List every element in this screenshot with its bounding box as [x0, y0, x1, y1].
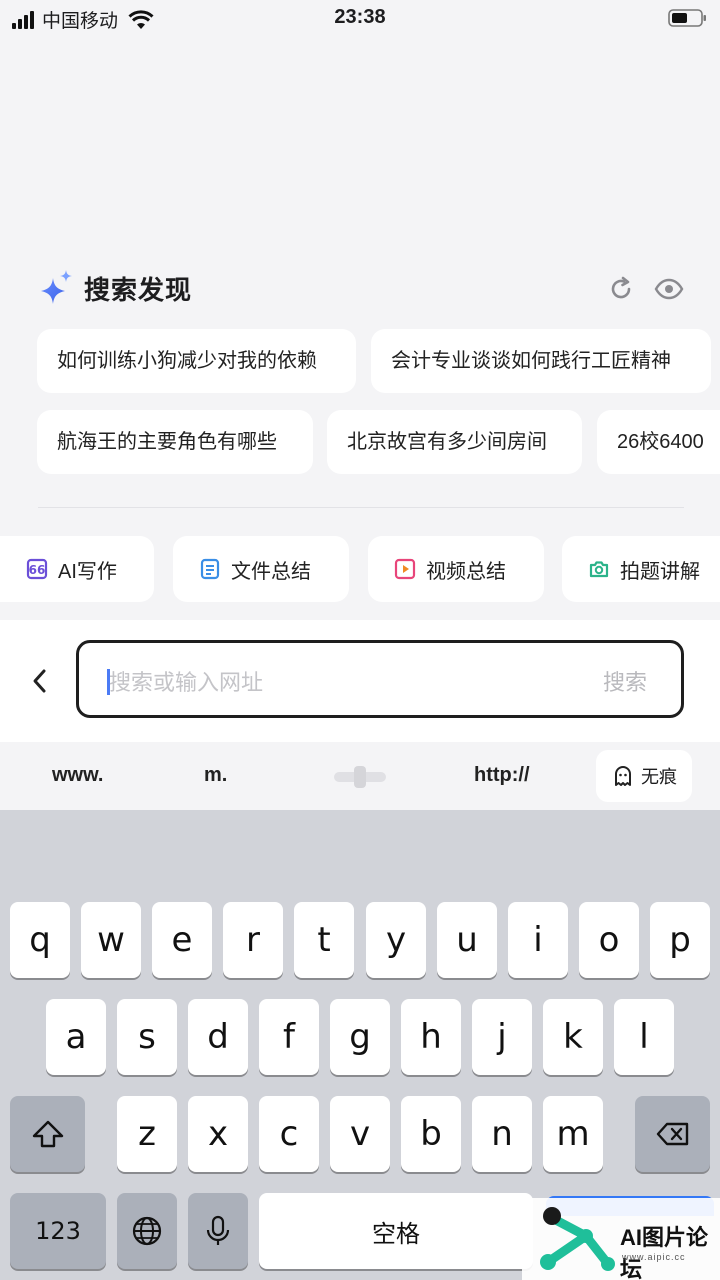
key-r[interactable]: r [223, 902, 283, 978]
key-m[interactable]: m [543, 1096, 603, 1172]
key-h[interactable]: h [401, 999, 461, 1075]
suggestion-chip[interactable]: 航海王的主要角色有哪些 [37, 410, 313, 474]
key-v[interactable]: v [330, 1096, 390, 1172]
suggestion-chip[interactable]: 26校6400 [597, 410, 720, 474]
backspace-key[interactable] [635, 1096, 710, 1172]
tool-label: AI写作 [58, 560, 117, 583]
photo-question-button[interactable]: 拍题讲解 [562, 536, 720, 602]
camera-icon [589, 561, 609, 578]
tool-label: 拍题讲解 [620, 560, 700, 583]
key-p[interactable]: p [650, 902, 710, 978]
key-f[interactable]: f [259, 999, 319, 1075]
key-q[interactable]: q [10, 902, 70, 978]
key-w[interactable]: w [81, 902, 141, 978]
tool-label: 视频总结 [426, 560, 506, 583]
shift-arrow-icon [32, 1120, 63, 1148]
key-e[interactable]: e [152, 902, 212, 978]
refresh-icon[interactable] [608, 276, 634, 302]
svg-text:66: 66 [29, 563, 46, 577]
key-b[interactable]: b [401, 1096, 461, 1172]
globe-key[interactable] [117, 1193, 177, 1269]
file-summary-icon [200, 558, 220, 580]
key-g[interactable]: g [330, 999, 390, 1075]
key-l[interactable]: l [614, 999, 674, 1075]
key-t[interactable]: t [294, 902, 354, 978]
status-bar: 中国移动 23:38 [0, 0, 720, 38]
suggestion-chip[interactable]: 北京故宫有多少间房间 [327, 410, 582, 474]
key-x[interactable]: x [188, 1096, 248, 1172]
battery-icon [668, 9, 706, 27]
eye-icon[interactable] [654, 276, 684, 302]
key-z[interactable]: z [117, 1096, 177, 1172]
key-k[interactable]: k [543, 999, 603, 1075]
incognito-button[interactable]: 无痕 [596, 750, 692, 802]
search-area: 搜索或输入网址 搜索 [0, 620, 720, 742]
watermark: AI图片论坛 www.aipic.cc [522, 1198, 720, 1280]
discovery-header: 搜索发现 [38, 266, 688, 312]
key-o[interactable]: o [579, 902, 639, 978]
key-n[interactable]: n [472, 1096, 532, 1172]
http-shortcut[interactable]: http:// [474, 764, 530, 787]
search-button[interactable]: 搜索 [603, 665, 647, 697]
divider [38, 507, 684, 508]
search-input[interactable]: 搜索或输入网址 [109, 665, 263, 697]
video-summary-button[interactable]: 视频总结 [368, 536, 544, 602]
clock: 23:38 [334, 6, 386, 28]
microphone-icon [206, 1215, 230, 1245]
key-a[interactable]: a [46, 999, 106, 1075]
watermark-name: AI图片论坛 [620, 1225, 709, 1280]
watermark-url: www.aipic.cc [622, 1252, 686, 1262]
sparkle-icon [41, 270, 72, 304]
back-chevron-icon[interactable] [28, 666, 52, 696]
tool-label: 文件总结 [231, 560, 311, 583]
ai-write-button[interactable]: 66 AI写作 [0, 536, 154, 602]
key-d[interactable]: d [188, 999, 248, 1075]
discovery-title: 搜索发现 [84, 275, 193, 305]
molecule-logo-icon [540, 1207, 615, 1271]
microphone-key[interactable] [188, 1193, 248, 1269]
key-y[interactable]: y [366, 902, 426, 978]
backspace-icon [656, 1122, 688, 1146]
ai-write-icon: 66 [26, 558, 48, 580]
space-key[interactable]: 空格 [259, 1193, 533, 1269]
numbers-key[interactable]: 123 [10, 1193, 106, 1269]
incognito-label: 无痕 [641, 767, 677, 787]
suggestion-chip[interactable]: 如何训练小狗减少对我的依赖 [37, 329, 356, 393]
cursor-slider[interactable] [334, 766, 386, 788]
m-shortcut[interactable]: m. [204, 764, 227, 787]
search-input-box[interactable]: 搜索或输入网址 搜索 [76, 640, 684, 718]
ghost-icon [615, 766, 631, 786]
key-s[interactable]: s [117, 999, 177, 1075]
key-u[interactable]: u [437, 902, 497, 978]
video-summary-icon [394, 558, 416, 580]
key-j[interactable]: j [472, 999, 532, 1075]
file-summary-button[interactable]: 文件总结 [173, 536, 349, 602]
globe-icon [132, 1216, 162, 1246]
www-shortcut[interactable]: www. [52, 764, 103, 787]
suggestion-chip[interactable]: 会计专业谈谈如何践行工匠精神 [371, 329, 711, 393]
shift-key[interactable] [10, 1096, 85, 1172]
url-quick-bar: www. m. http:// 无痕 [0, 742, 720, 810]
key-c[interactable]: c [259, 1096, 319, 1172]
key-i[interactable]: i [508, 902, 568, 978]
